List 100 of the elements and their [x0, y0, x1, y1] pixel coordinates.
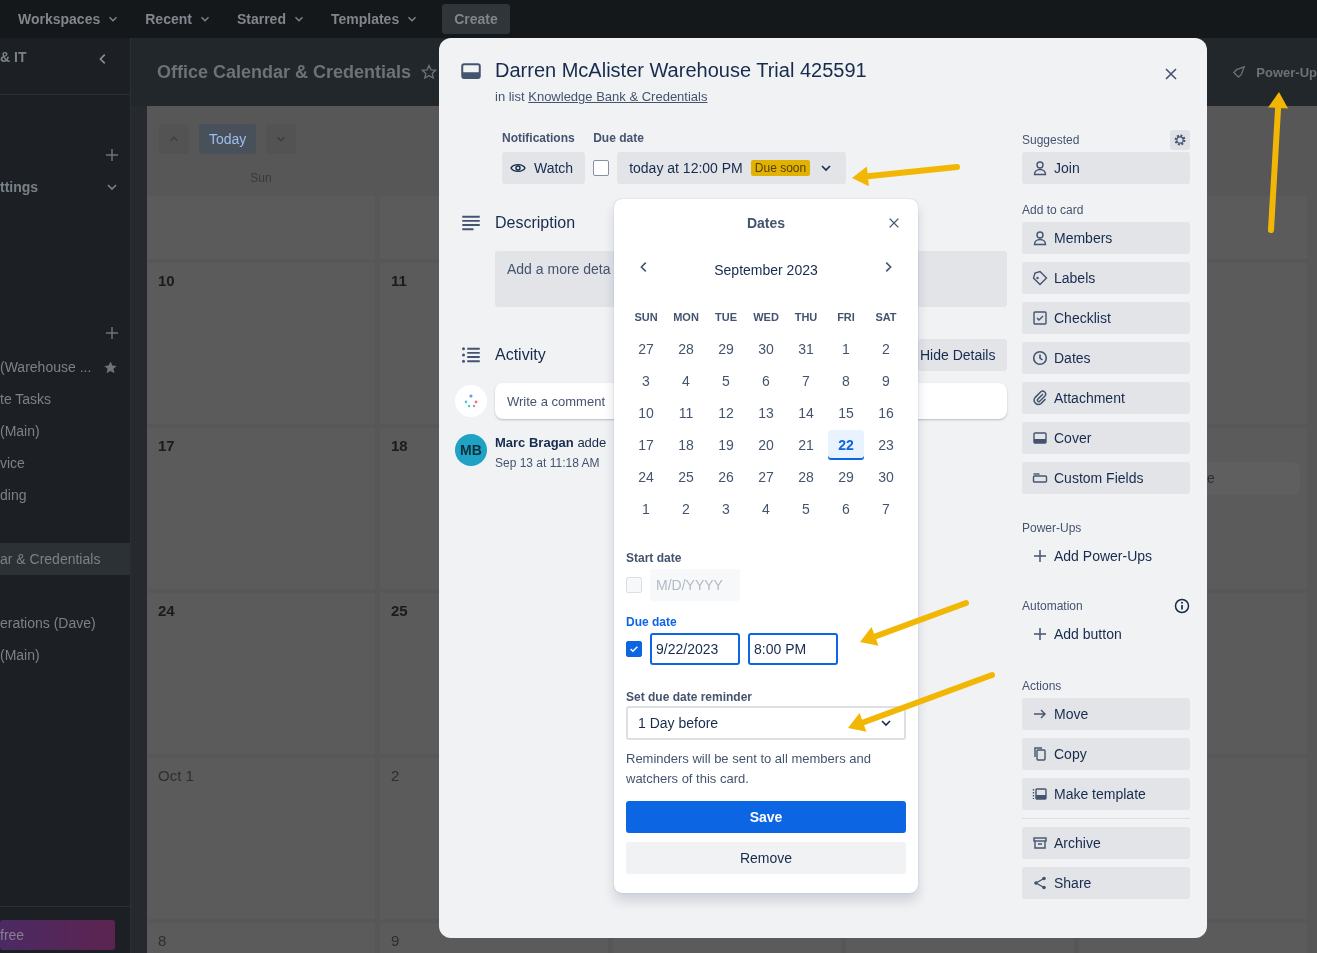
action-button[interactable]: Cover [1022, 422, 1190, 454]
nav-menu[interactable]: Recent [145, 11, 212, 27]
field-label: Start date [626, 550, 683, 566]
time-field[interactable]: 8:00 PM [748, 633, 838, 665]
calendar-day[interactable]: 12 [706, 397, 746, 429]
settings-button[interactable] [1170, 130, 1190, 150]
avatar: MB [455, 434, 487, 466]
list-link[interactable]: Knowledge Bank & Credentials [528, 89, 708, 104]
sidebar-item[interactable]: (Main) [0, 415, 130, 447]
nav-menu[interactable]: Templates [330, 11, 420, 27]
reminder-select[interactable]: 1 Day before [626, 706, 906, 740]
due-soon-badge: Due soon [750, 160, 811, 176]
calendar-day[interactable]: 30 [746, 333, 786, 365]
calendar-day[interactable]: 3 [626, 365, 666, 397]
checkbox[interactable] [593, 160, 610, 176]
calendar-day[interactable]: 6 [746, 365, 786, 397]
calendar-day[interactable]: 21 [786, 429, 826, 461]
calendar-day[interactable]: 7 [866, 493, 906, 525]
calendar-day[interactable]: 11 [666, 397, 706, 429]
calendar-day[interactable]: 4 [746, 493, 786, 525]
paperclip-icon [1032, 390, 1048, 406]
action-button[interactable]: Archive [1022, 827, 1190, 859]
calendar-day[interactable]: 7 [786, 365, 826, 397]
action-button[interactable]: Members [1022, 222, 1190, 254]
save-button[interactable]: Save [626, 801, 906, 833]
add-button[interactable]: Add Power-Ups [1022, 540, 1190, 572]
calendar-day[interactable]: 18 [666, 429, 706, 461]
calendar-day[interactable]: 30 [866, 461, 906, 493]
calendar-day[interactable]: 2 [666, 493, 706, 525]
today-button[interactable]: Today [199, 124, 257, 154]
activity-icon [461, 345, 481, 365]
calendar-day[interactable]: 29 [706, 333, 746, 365]
calendar-day[interactable]: 2 [866, 333, 906, 365]
popover-title: Dates [746, 215, 786, 231]
hide-details-button[interactable]: Hide Details [918, 339, 1007, 371]
calendar-day[interactable]: 29 [826, 461, 866, 493]
calendar-day[interactable]: 5 [706, 365, 746, 397]
sidebar-item[interactable]: ding [0, 479, 130, 511]
calendar-day[interactable]: 14 [786, 397, 826, 429]
board-title: Office Calendar & Credentials [157, 61, 412, 83]
calendar-day[interactable]: 6 [826, 493, 866, 525]
action-button[interactable]: Join [1022, 152, 1190, 184]
sidebar-item[interactable]: erations (Dave) [0, 607, 130, 639]
cover-icon [1032, 430, 1048, 446]
section-label: Add to card [1022, 203, 1084, 217]
section-label: Power-Ups [1022, 521, 1082, 535]
calendar-day[interactable]: 1 [826, 333, 866, 365]
calendar-day[interactable]: 8 [826, 365, 866, 397]
plus-icon [104, 147, 120, 163]
clock-icon [1032, 350, 1048, 366]
calendar-day[interactable]: 27 [746, 461, 786, 493]
calendar-day[interactable]: 15 [826, 397, 866, 429]
sidebar-item[interactable]: (Warehouse ... [0, 351, 130, 383]
calendar-day[interactable]: 22 [828, 430, 864, 460]
calendar-day[interactable]: 5 [786, 493, 826, 525]
action-button[interactable]: Attachment [1022, 382, 1190, 414]
calendar-day[interactable]: 3 [706, 493, 746, 525]
add-button[interactable]: Add button [1022, 618, 1190, 650]
calendar-day[interactable]: 16 [866, 397, 906, 429]
calendar-day[interactable]: 9 [866, 365, 906, 397]
star-icon [421, 64, 438, 80]
calendar-day[interactable]: 4 [666, 365, 706, 397]
calendar-day[interactable]: 10 [626, 397, 666, 429]
sidebar-item[interactable]: (Main) [0, 639, 130, 671]
plus-icon [104, 325, 120, 341]
nav-menu[interactable]: Starred [236, 11, 306, 27]
calendar-day[interactable]: 19 [706, 429, 746, 461]
calendar-day[interactable]: 28 [666, 333, 706, 365]
field-label: Due date [626, 614, 678, 630]
remove-button[interactable]: Remove [626, 842, 906, 874]
weekday-label: WED [752, 310, 780, 325]
action-button[interactable]: Labels [1022, 262, 1190, 294]
watch-button[interactable]: Watch [502, 152, 586, 184]
day-number: 17 [158, 437, 175, 454]
calendar-day[interactable]: 17 [626, 429, 666, 461]
action-button[interactable]: Dates [1022, 342, 1190, 374]
field-label: Set due date reminder [626, 689, 754, 705]
calendar-day[interactable]: 25 [666, 461, 706, 493]
calendar-day[interactable]: 26 [706, 461, 746, 493]
calendar-day[interactable]: 31 [786, 333, 826, 365]
date-field[interactable]: 9/22/2023 [650, 633, 740, 665]
sidebar-item[interactable]: vice [0, 447, 130, 479]
calendar-day[interactable]: 13 [746, 397, 786, 429]
calendar-day[interactable]: 24 [626, 461, 666, 493]
calendar-day[interactable]: 28 [786, 461, 826, 493]
action-button[interactable]: Checklist [1022, 302, 1190, 334]
action-button[interactable]: Share [1022, 867, 1190, 899]
action-button[interactable]: Custom Fields [1022, 462, 1190, 494]
due-date-button[interactable]: today at 12:00 PM Due soon [617, 152, 847, 184]
calendar-day[interactable]: 27 [626, 333, 666, 365]
calendar-day[interactable]: 1 [626, 493, 666, 525]
close-icon [1163, 66, 1179, 82]
checkbox[interactable] [626, 641, 642, 657]
calendar-day[interactable]: 20 [746, 429, 786, 461]
nav-menu[interactable]: Workspaces [18, 11, 121, 27]
action-button[interactable]: Move [1022, 698, 1190, 730]
action-button[interactable]: Make template [1022, 778, 1190, 810]
calendar-day[interactable]: 23 [866, 429, 906, 461]
action-button[interactable]: Copy [1022, 738, 1190, 770]
sidebar-item[interactable]: te Tasks [0, 383, 130, 415]
